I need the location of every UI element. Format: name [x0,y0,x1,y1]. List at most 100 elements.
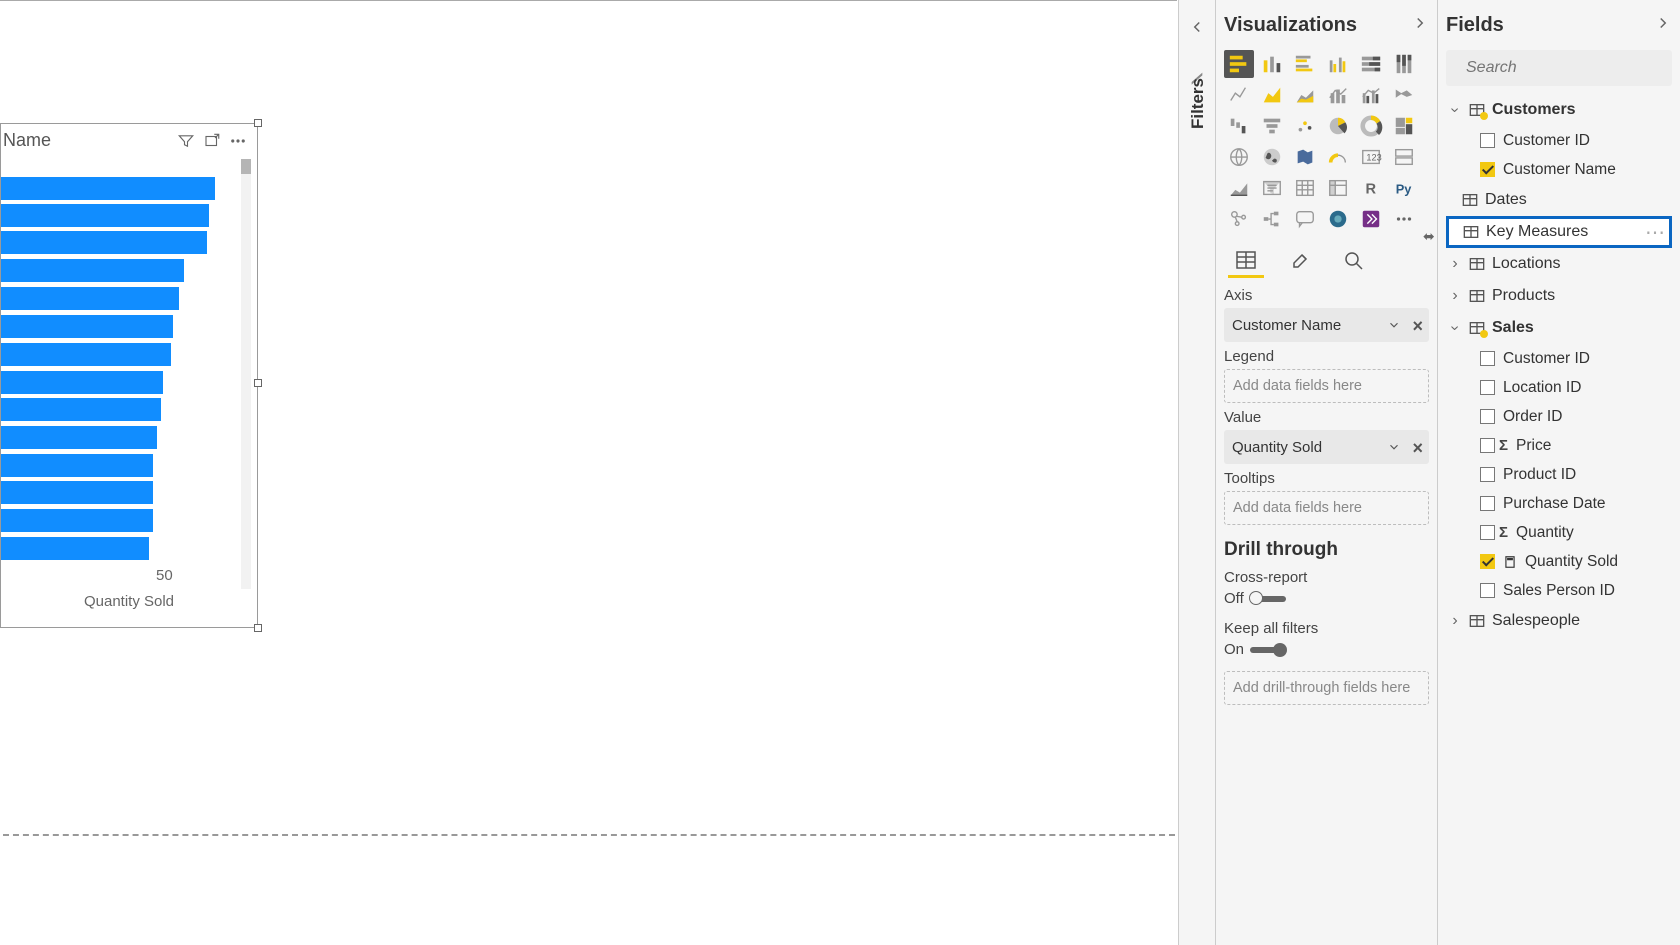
bar-8[interactable] [1,371,163,394]
field-customer-id[interactable]: Customer ID [1446,126,1672,155]
viz-key-influencers-icon[interactable] [1224,205,1254,233]
viz-stacked-bar-icon[interactable] [1224,50,1254,78]
collapse-viz-chevron[interactable] [1411,14,1429,38]
checkbox[interactable] [1480,467,1495,482]
value-dropdown-chevron[interactable] [1387,440,1401,458]
more-options-icon[interactable] [225,128,251,154]
bar-4[interactable] [1,259,184,282]
bar-14[interactable] [1,537,149,560]
value-remove-button[interactable]: × [1412,438,1423,459]
cross-report-toggle[interactable]: Off [1224,590,1286,607]
bar-3[interactable] [1,231,207,254]
fields-search-box[interactable] [1446,50,1672,86]
checkbox[interactable] [1480,554,1495,569]
viz-line-clustered-column-icon[interactable] [1356,81,1386,109]
resize-handle-tr[interactable] [254,119,262,127]
collapse-fields-chevron[interactable] [1654,14,1672,38]
bar-1[interactable] [1,177,215,200]
format-tab[interactable] [1282,244,1318,278]
report-canvas[interactable]: Name [0,1,1177,945]
viz-area-icon[interactable] [1257,81,1287,109]
axis-dropdown-chevron[interactable] [1387,318,1401,336]
checkbox[interactable] [1480,351,1495,366]
table-more-icon[interactable]: ⋯ [1645,220,1669,245]
viz-clustered-bar-icon[interactable] [1290,50,1320,78]
viz-decomposition-tree-icon[interactable] [1257,205,1287,233]
viz-stacked-area-icon[interactable] [1290,81,1320,109]
viz-slicer-icon[interactable] [1257,174,1287,202]
keep-filters-toggle[interactable]: On [1224,641,1286,658]
viz-100-stacked-bar-icon[interactable] [1356,50,1386,78]
checkbox[interactable] [1480,438,1495,453]
viz-python-visual-icon[interactable]: Py [1389,174,1419,202]
viz-multirow-card-icon[interactable] [1389,143,1419,171]
viz-shape-map-icon[interactable] [1290,143,1320,171]
viz-card-icon[interactable]: 123 [1356,143,1386,171]
bar-10[interactable] [1,426,157,449]
bar-chart-visual[interactable]: Name [0,123,258,628]
bar-11[interactable] [1,454,153,477]
viz-filled-map-icon[interactable] [1257,143,1287,171]
checkbox[interactable] [1480,380,1495,395]
viz-map-icon[interactable] [1224,143,1254,171]
bar-7[interactable] [1,343,171,366]
viz-pie-icon[interactable] [1323,112,1353,140]
checkbox[interactable] [1480,409,1495,424]
checkbox[interactable] [1480,496,1495,511]
table-locations[interactable]: Locations [1446,248,1672,280]
checkbox[interactable] [1480,133,1495,148]
viz-line-stacked-column-icon[interactable] [1323,81,1353,109]
analytics-tab[interactable] [1336,244,1372,278]
viz-ribbon-icon[interactable] [1389,81,1419,109]
field-sales-product-id[interactable]: Product ID [1446,460,1672,489]
viz-treemap-icon[interactable] [1389,112,1419,140]
viz-arcgis-icon[interactable] [1323,205,1353,233]
field-sales-quantity-sold[interactable]: Quantity Sold [1446,547,1672,576]
table-dates[interactable]: Dates [1446,184,1672,216]
field-sales-location-id[interactable]: Location ID [1446,373,1672,402]
viz-line-icon[interactable] [1224,81,1254,109]
viz-powerapps-icon[interactable] [1356,205,1386,233]
table-products[interactable]: Products [1446,280,1672,312]
bar-13[interactable] [1,509,153,532]
legend-well[interactable]: Add data fields here [1224,369,1429,403]
checkbox[interactable] [1480,162,1495,177]
field-customer-name[interactable]: Customer Name [1446,155,1672,184]
field-sales-quantity[interactable]: Σ Quantity [1446,518,1672,547]
bar-5[interactable] [1,287,179,310]
field-sales-order-id[interactable]: Order ID [1446,402,1672,431]
expand-filters-chevron[interactable] [1188,18,1206,41]
table-sales[interactable]: Sales [1446,312,1672,344]
viz-funnel-icon[interactable] [1257,112,1287,140]
bar-12[interactable] [1,481,153,504]
viz-donut-icon[interactable] [1356,112,1386,140]
field-sales-price[interactable]: Σ Price [1446,431,1672,460]
checkbox[interactable] [1480,583,1495,598]
viz-matrix-icon[interactable] [1323,174,1353,202]
axis-well[interactable]: Customer Name × [1224,308,1429,342]
table-key-measures[interactable]: Key Measures ⋯ [1446,216,1672,248]
axis-remove-button[interactable]: × [1412,316,1423,337]
filter-icon[interactable] [173,128,199,154]
focus-mode-icon[interactable] [199,128,225,154]
viz-100-stacked-column-icon[interactable] [1389,50,1419,78]
field-sales-customer-id[interactable]: Customer ID [1446,344,1672,373]
bar-2[interactable] [1,204,209,227]
viz-r-visual-icon[interactable]: R [1356,174,1386,202]
field-sales-purchase-date[interactable]: Purchase Date [1446,489,1672,518]
checkbox[interactable] [1480,525,1495,540]
table-customers[interactable]: Customers [1446,94,1672,126]
viz-qna-icon[interactable] [1290,205,1320,233]
filters-label[interactable]: Filters [1188,78,1208,129]
field-sales-person-id[interactable]: Sales Person ID [1446,576,1672,605]
bar-6[interactable] [1,315,173,338]
fields-tab[interactable] [1228,244,1264,278]
tooltips-well[interactable]: Add data fields here [1224,491,1429,525]
viz-stacked-column-icon[interactable] [1257,50,1287,78]
value-well[interactable]: Quantity Sold × [1224,430,1429,464]
viz-gauge-icon[interactable] [1323,143,1353,171]
drillthrough-well[interactable]: Add drill-through fields here [1224,671,1429,705]
table-salespeople[interactable]: Salespeople [1446,605,1672,637]
resize-handle-br[interactable] [254,624,262,632]
viz-table-icon[interactable] [1290,174,1320,202]
